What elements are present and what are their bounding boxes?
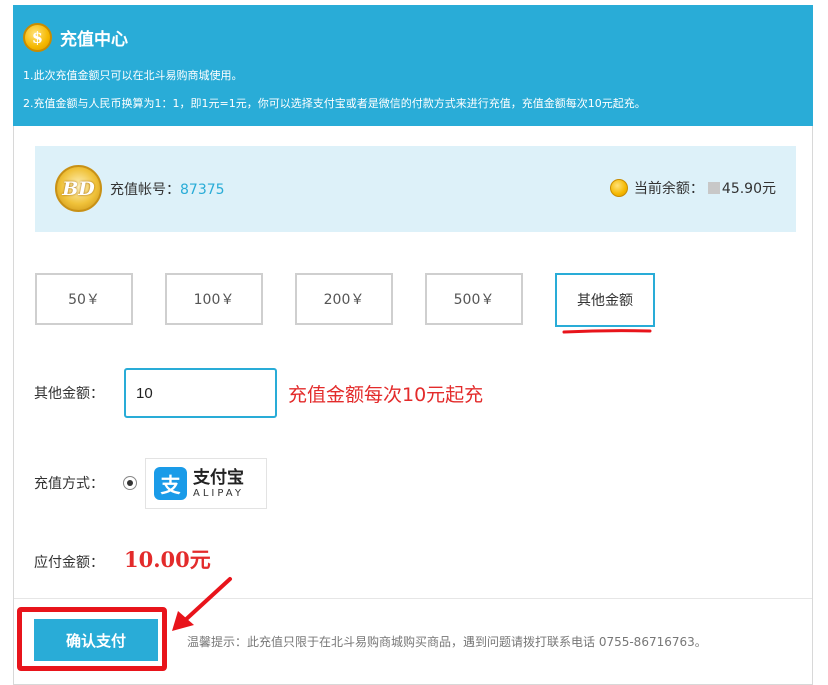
amount-option-100[interactable]: 100￥ [165,273,263,325]
other-amount-input[interactable] [124,368,277,418]
payable-amount: 10.00元 [124,547,211,572]
alipay-radio[interactable] [123,476,137,490]
balance-value: 45.90元 [721,181,776,197]
header-title-row: $ 充值中心 [23,21,128,53]
account-info-box: BD 充值帐号：87375 当前余额： 45.90元 [35,146,796,232]
account-label: 充值帐号：87375 [110,179,225,199]
balance: 当前余额： 45.90元 [609,178,776,198]
radio-selected-dot [127,480,133,486]
amount-option-500[interactable]: 500￥ [425,273,523,325]
divider [14,598,812,599]
coin-icon [609,179,628,197]
alipay-name-en: ALIPAY [193,487,244,499]
alipay-name-cn: 支付宝 [193,467,244,488]
header-banner: $ 充值中心 1.此次充值金额只可以在北斗易购商城使用。 2.充值金额与人民币换… [13,5,813,126]
amount-option-50[interactable]: 50￥ [35,273,133,325]
red-highlight-box [17,607,167,671]
currency-placeholder-icon [707,182,720,194]
amount-option-200[interactable]: 200￥ [295,273,393,325]
bd-logo-icon: BD [55,165,102,212]
page-title: 充值中心 [60,29,128,50]
account-number: 87375 [180,182,225,198]
notice-line-1: 1.此次充值金额只可以在北斗易购商城使用。 [23,69,243,82]
amount-option-other[interactable]: 其他金额 [555,273,655,327]
minimum-amount-hint: 充值金额每次10元起充 [288,384,484,406]
notice-line-2: 2.充值金额与人民币换算为1：1，即1元=1元，你可以选择支付宝或者是微信的付款… [23,97,646,110]
alipay-logo-text: 支付宝 ALIPAY [193,468,244,500]
payable-label: 应付金额： [34,555,104,571]
other-amount-label: 其他金额： [34,386,104,402]
account-label-text: 充值帐号： [110,182,180,198]
alipay-option[interactable]: 支 支付宝 ALIPAY [145,458,267,509]
alipay-icon: 支 [154,467,187,500]
payment-method-label: 充值方式： [34,476,104,492]
red-arrow-annotation [172,577,232,631]
footer-tip: 温馨提示：此充值只限于在北斗易购商城购买商品，遇到问题请拨打联系电话 0755-… [187,635,707,649]
balance-label: 当前余额： [633,181,704,197]
dollar-coin-icon: $ [23,22,52,52]
red-underline-annotation [562,329,652,334]
